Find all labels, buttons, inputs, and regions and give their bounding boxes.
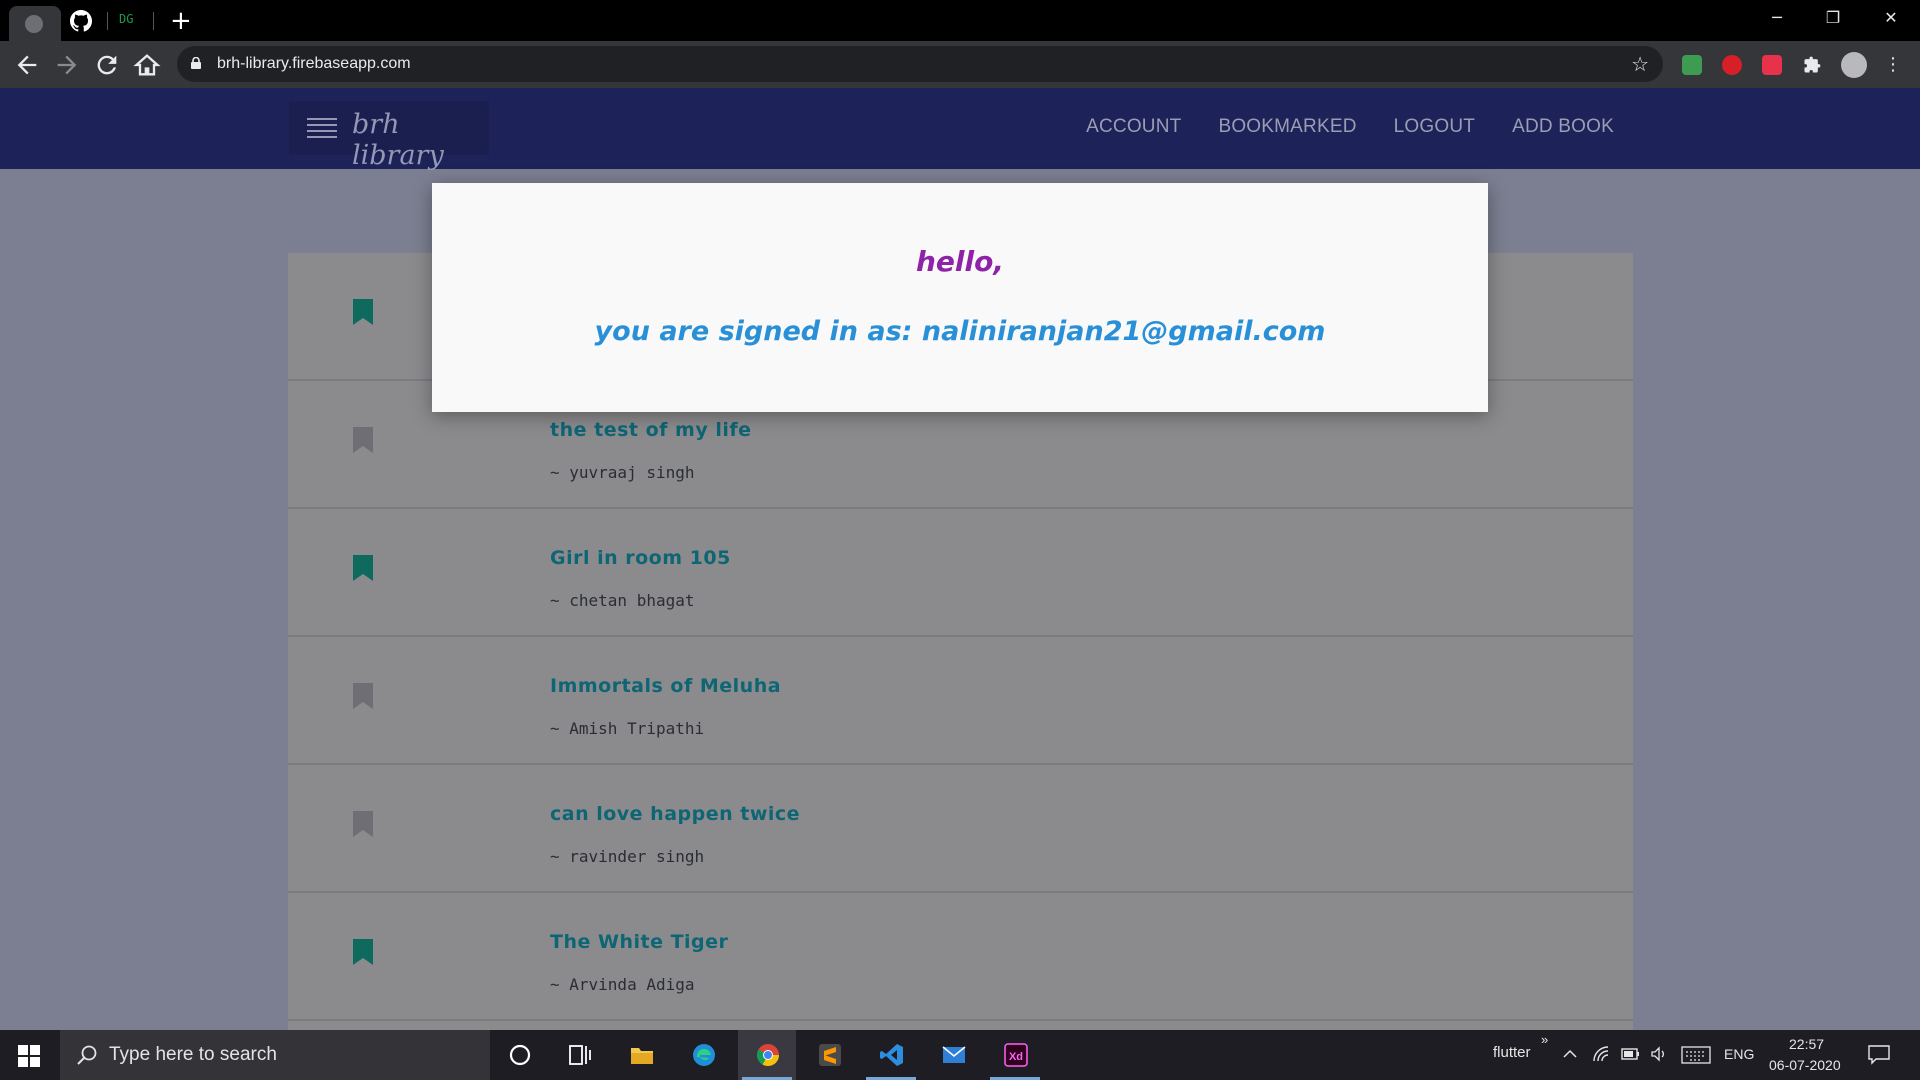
list-item[interactable]: The White Tiger ~ Arvinda Adiga <box>288 893 1633 1021</box>
sublime-icon <box>819 1044 841 1066</box>
volume-icon[interactable] <box>1650 1045 1668 1063</box>
task-view-button[interactable] <box>550 1030 608 1080</box>
book-title[interactable]: the test of my life <box>550 419 752 441</box>
taskbar-adobe-xd[interactable]: Xd <box>986 1030 1044 1080</box>
book-author: ~ ravinder singh <box>550 847 705 866</box>
book-author: ~ Arvinda Adiga <box>550 975 695 994</box>
bookmark-icon[interactable] <box>353 427 373 453</box>
chrome-menu-icon[interactable]: ⋮ <box>1879 51 1907 79</box>
modal-signed-in-text: you are signed in as: naliniranjan21@gma… <box>594 316 1326 347</box>
brand-name: brh library <box>352 109 444 171</box>
nav-account[interactable]: ACCOUNT <box>1086 116 1181 138</box>
book-author: ~ Amish Tripathi <box>550 719 705 738</box>
url-text: brh-library.firebaseapp.com <box>217 55 411 72</box>
modal-greeting: hello, <box>916 245 1004 278</box>
restore-button[interactable]: ❐ <box>1805 0 1861 36</box>
battery-icon[interactable] <box>1621 1047 1641 1061</box>
browser-toolbar: brh-library.firebaseapp.com ☆ ⋮ <box>0 41 1920 88</box>
cortana-icon <box>509 1044 531 1066</box>
book-title[interactable]: Immortals of Meluha <box>550 675 781 697</box>
brand[interactable]: brh library <box>289 101 489 171</box>
taskbar-vscode[interactable] <box>862 1030 920 1080</box>
search-placeholder: Type here to search <box>109 1044 277 1065</box>
windows-taskbar: Type here to search Xd flutter » ENG 22:… <box>0 1030 1920 1080</box>
bookmark-icon[interactable] <box>353 939 373 965</box>
mail-icon <box>942 1046 966 1063</box>
vscode-icon <box>880 1044 903 1066</box>
show-hidden-icons-icon[interactable] <box>1562 1046 1578 1062</box>
svg-text:Xd: Xd <box>1009 1051 1023 1063</box>
taskbar-search[interactable]: Type here to search <box>60 1030 490 1080</box>
address-bar[interactable]: brh-library.firebaseapp.com ☆ <box>177 46 1663 82</box>
keyboard-icon[interactable] <box>1681 1046 1711 1064</box>
list-item[interactable]: can love happen twice ~ ravinder singh <box>288 765 1633 893</box>
nav-add-book[interactable]: ADD BOOK <box>1512 116 1614 138</box>
lock-icon <box>191 57 201 69</box>
book-title[interactable]: can love happen twice <box>550 803 800 825</box>
book-author: ~ chetan bhagat <box>550 591 695 610</box>
reload-icon[interactable] <box>93 51 121 79</box>
book-title[interactable]: Girl in room 105 <box>550 547 731 569</box>
site-navbar: brh library ACCOUNT BOOKMARKED LOGOUT AD… <box>0 88 1920 171</box>
book-title[interactable]: The White Tiger <box>550 931 728 953</box>
tray-overflow-chevron[interactable]: » <box>1541 1032 1548 1047</box>
forward-arrow-icon[interactable] <box>53 51 81 79</box>
language-indicator[interactable]: ENG <box>1724 1046 1754 1062</box>
back-arrow-icon[interactable] <box>13 51 41 79</box>
close-window-button[interactable]: ✕ <box>1863 0 1919 36</box>
profile-avatar[interactable] <box>1841 52 1867 78</box>
hamburger-menu-icon[interactable] <box>307 118 337 140</box>
bookmark-icon[interactable] <box>353 683 373 709</box>
tab-favicon-icon <box>25 15 43 33</box>
bookmark-star-icon[interactable]: ☆ <box>1631 52 1649 76</box>
search-icon <box>77 1045 97 1065</box>
edge-icon <box>693 1044 715 1066</box>
list-item[interactable]: Girl in room 105 ~ chetan bhagat <box>288 509 1633 637</box>
gmail-checker-icon[interactable] <box>1682 55 1702 75</box>
taskbar-file-explorer[interactable] <box>612 1030 670 1080</box>
list-item[interactable]: Immortals of Meluha ~ Amish Tripathi <box>288 637 1633 765</box>
notification-center-icon[interactable] <box>1868 1045 1890 1065</box>
signed-in-modal[interactable]: hello, you are signed in as: naliniranja… <box>432 183 1488 412</box>
nav-bookmarked[interactable]: BOOKMARKED <box>1218 116 1356 138</box>
chrome-icon <box>757 1044 779 1066</box>
adblock-icon[interactable] <box>1722 55 1742 75</box>
task-view-icon <box>569 1045 591 1065</box>
adobe-xd-icon: Xd <box>1004 1043 1028 1067</box>
tab-dg[interactable]: DG <box>119 12 133 26</box>
nav-links: ACCOUNT BOOKMARKED LOGOUT ADD BOOK <box>1086 116 1614 138</box>
taskbar-chrome[interactable] <box>738 1030 796 1080</box>
taskbar-mail[interactable] <box>924 1030 982 1080</box>
bookmark-icon[interactable] <box>353 555 373 581</box>
tab-separator <box>107 12 108 30</box>
book-author: ~ yuvraaj singh <box>550 463 695 482</box>
home-icon[interactable] <box>133 51 161 79</box>
tab-active[interactable] <box>9 6 61 41</box>
bookmark-icon[interactable] <box>353 299 373 325</box>
clock-date[interactable]: 06-07-2020 <box>1769 1057 1841 1073</box>
clock-time[interactable]: 22:57 <box>1789 1036 1824 1052</box>
new-tab-button[interactable]: + <box>170 6 192 36</box>
windows-start-icon[interactable] <box>18 1045 40 1067</box>
bookmark-icon[interactable] <box>353 811 373 837</box>
browser-tab-strip: DG + ─ ❐ ✕ <box>0 0 1920 41</box>
pocket-icon[interactable] <box>1762 55 1782 75</box>
folder-icon <box>631 1048 653 1064</box>
taskbar-sublime[interactable] <box>800 1030 858 1080</box>
tab-separator <box>153 12 154 30</box>
nav-logout[interactable]: LOGOUT <box>1394 116 1475 138</box>
wifi-icon[interactable] <box>1592 1045 1610 1063</box>
taskbar-edge[interactable] <box>674 1030 732 1080</box>
github-icon[interactable] <box>70 10 92 32</box>
tray-flutter-label[interactable]: flutter <box>1493 1044 1531 1061</box>
minimize-button[interactable]: ─ <box>1749 0 1805 36</box>
cortana-button[interactable] <box>490 1030 548 1080</box>
puzzle-icon[interactable] <box>1802 55 1822 75</box>
